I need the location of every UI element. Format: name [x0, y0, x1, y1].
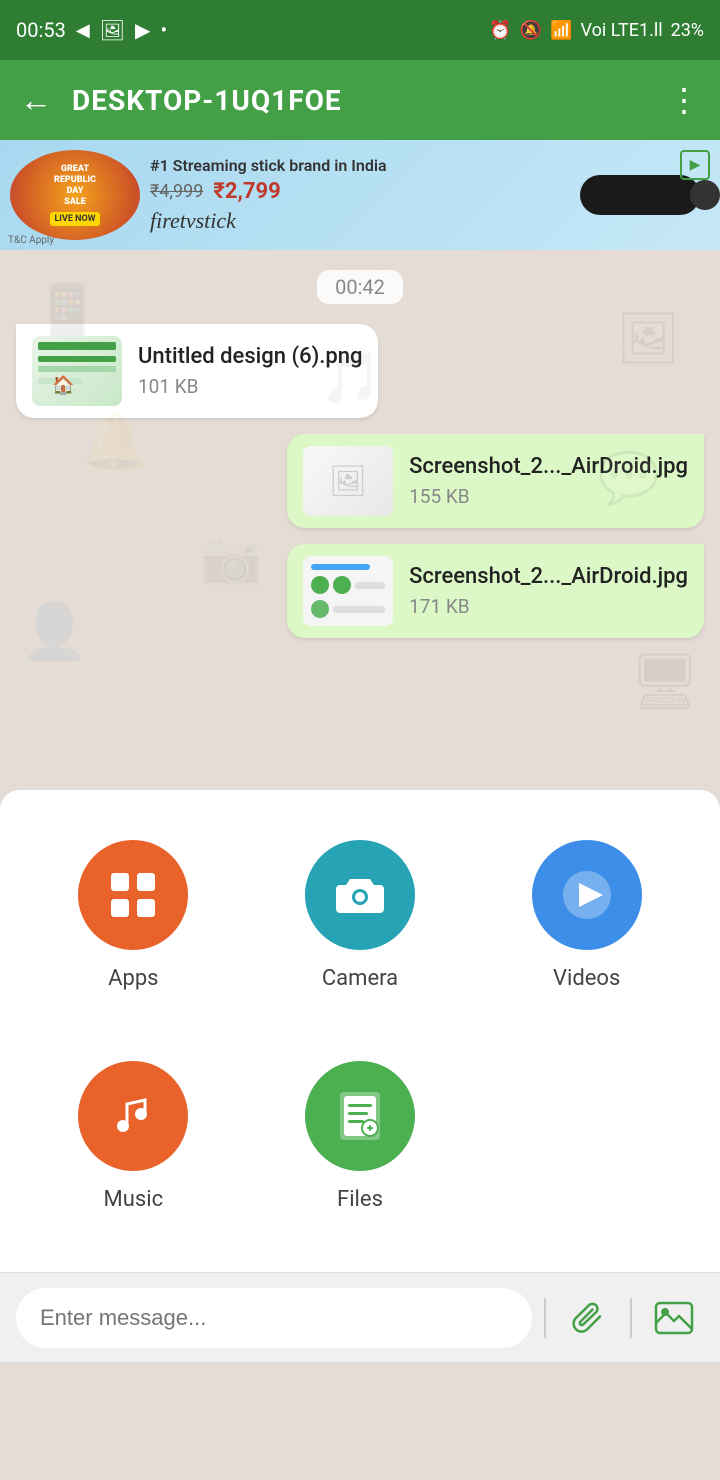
- image-icon: 🖼: [100, 18, 125, 42]
- file-name-1: Untitled design (6).png: [138, 344, 362, 369]
- file-thumbnail-1: 🏠: [32, 336, 122, 406]
- back-button[interactable]: ←: [20, 81, 52, 119]
- share-grid-row2: Music Files: [20, 1041, 700, 1232]
- ad-product-image: [580, 175, 710, 215]
- firestick-graphic: [580, 175, 700, 215]
- file-thumbnail-3: [303, 556, 393, 626]
- videos-icon: [559, 867, 615, 923]
- share-menu-sheet: Apps Camera Videos: [0, 790, 720, 1272]
- ad-price-row: ₹4,999 ₹2,799: [150, 179, 570, 204]
- ad-tagline: #1 Streaming stick brand in India: [150, 156, 570, 175]
- bubble-sent-2: Screenshot_2..._AirDroid.jpg 171 KB: [287, 544, 704, 638]
- camera-label: Camera: [322, 966, 398, 991]
- share-grid-row1: Apps Camera Videos: [20, 820, 700, 1011]
- chat-timestamp: 00:42: [317, 270, 403, 304]
- bottom-divider: [544, 1298, 546, 1338]
- ad-tc: T&C Apply: [8, 235, 54, 246]
- apps-icon: [105, 867, 161, 923]
- share-item-videos[interactable]: Videos: [473, 820, 700, 1011]
- share-item-music[interactable]: Music: [20, 1041, 247, 1232]
- image-button[interactable]: [644, 1288, 704, 1348]
- paperclip-icon: [570, 1300, 606, 1336]
- ad-brand: firetvstick: [150, 208, 570, 234]
- dot-indicator: •: [160, 18, 167, 42]
- camera-icon: [332, 867, 388, 923]
- attach-button[interactable]: [558, 1288, 618, 1348]
- files-icon-circle: [305, 1061, 415, 1171]
- message-sent-1[interactable]: 🖼 Screenshot_2..._AirDroid.jpg 155 KB: [16, 434, 704, 528]
- signal-icon: Voi LTE1.ll: [581, 20, 663, 41]
- file-name-3: Screenshot_2..._AirDroid.jpg: [409, 564, 688, 589]
- bubble-sent-1: 🖼 Screenshot_2..._AirDroid.jpg 155 KB: [287, 434, 704, 528]
- message-input[interactable]: [16, 1288, 532, 1348]
- ad-badge: GREATREPUBLICDAYSALE LIVE NOW: [10, 150, 140, 240]
- share-item-apps[interactable]: Apps: [20, 820, 247, 1011]
- music-icon-circle: [78, 1061, 188, 1171]
- share-item-camera[interactable]: Camera: [247, 820, 474, 1011]
- ad-banner[interactable]: GREATREPUBLICDAYSALE LIVE NOW #1 Streami…: [0, 140, 720, 250]
- videos-icon-circle: [532, 840, 642, 950]
- status-time: 00:53: [16, 18, 66, 42]
- more-options-button[interactable]: ⋮: [668, 81, 700, 119]
- bottom-divider-2: [630, 1298, 632, 1338]
- mute-icon: 🔕: [520, 20, 542, 41]
- alarm-icon: ⏰: [489, 20, 511, 41]
- message-received-1[interactable]: 🏠 Untitled design (6).png 101 KB: [16, 324, 704, 418]
- ad-old-price: ₹4,999: [150, 181, 203, 202]
- status-bar-left: 00:53 ◀ 🖼 ▶ •: [16, 18, 167, 42]
- apps-label: Apps: [108, 966, 158, 991]
- music-icon: [105, 1088, 161, 1144]
- chat-area: 📱 🖼 🔔 💬 👤 🖥 🎵 📷 00:42 🏠 Untitled design …: [0, 250, 720, 790]
- nav-bar: ← DESKTOP-1UQ1FOE ⋮: [0, 60, 720, 140]
- video-icon: ▶: [135, 18, 150, 42]
- message-sent-2[interactable]: Screenshot_2..._AirDroid.jpg 171 KB: [16, 544, 704, 638]
- videos-label: Videos: [553, 966, 620, 991]
- nav-title: DESKTOP-1UQ1FOE: [72, 84, 648, 117]
- share-grid-empty: [473, 1041, 700, 1232]
- timestamp-row: 00:42: [16, 270, 704, 304]
- image-icon: [654, 1301, 694, 1335]
- file-name-2: Screenshot_2..._AirDroid.jpg: [409, 454, 688, 479]
- ad-content: #1 Streaming stick brand in India ₹4,999…: [140, 156, 580, 234]
- file-info-1: Untitled design (6).png 101 KB: [138, 344, 362, 398]
- share-item-files[interactable]: Files: [247, 1041, 474, 1232]
- battery-indicator: 23%: [671, 20, 704, 41]
- files-label: Files: [337, 1187, 383, 1212]
- file-info-3: Screenshot_2..._AirDroid.jpg 171 KB: [409, 564, 688, 618]
- wifi-icon: 📶: [550, 20, 572, 41]
- ad-play-icon: ▶: [680, 150, 710, 180]
- files-icon: [332, 1088, 388, 1144]
- camera-icon-circle: [305, 840, 415, 950]
- back-arrow-icon: ◀: [76, 20, 90, 41]
- file-size-3: 171 KB: [409, 595, 688, 618]
- status-bar: 00:53 ◀ 🖼 ▶ • ⏰ 🔕 📶 Voi LTE1.ll 23%: [0, 0, 720, 60]
- file-size-2: 155 KB: [409, 485, 688, 508]
- bubble-received-1: 🏠 Untitled design (6).png 101 KB: [16, 324, 378, 418]
- ad-new-price: ₹2,799: [213, 179, 280, 204]
- file-info-2: Screenshot_2..._AirDroid.jpg 155 KB: [409, 454, 688, 508]
- apps-icon-circle: [78, 840, 188, 950]
- file-size-1: 101 KB: [138, 375, 362, 398]
- file-thumbnail-2: 🖼: [303, 446, 393, 516]
- music-label: Music: [104, 1187, 164, 1212]
- status-bar-right: ⏰ 🔕 📶 Voi LTE1.ll 23%: [489, 20, 704, 41]
- bottom-bar: [0, 1272, 720, 1362]
